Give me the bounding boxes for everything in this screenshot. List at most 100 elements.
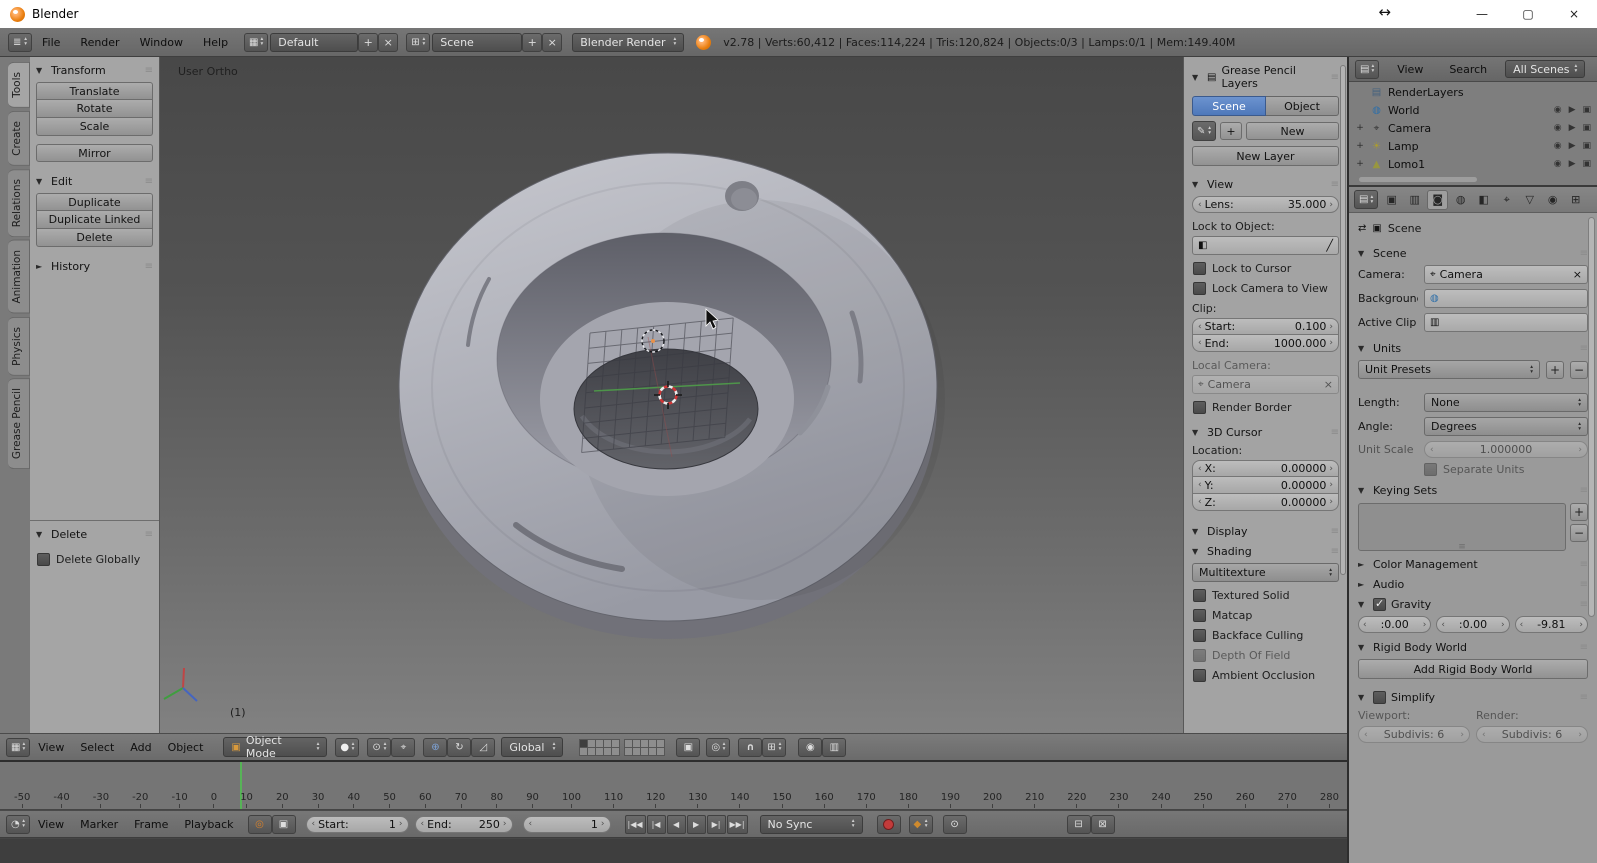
snap-element-dropdown[interactable]: ⊞▴▾ [762,738,786,757]
panel-grip-icon[interactable]: ≡ [145,261,153,272]
view3d-menu-item[interactable]: Select [72,741,122,754]
cursor-z-field[interactable]: ‹Z:0.00000› [1192,494,1339,511]
keying-set-dropdown[interactable]: ◆▴▾ [909,815,933,834]
use-preview-range-toggle[interactable]: ◎ [248,815,272,834]
visibility-eye-icon[interactable]: ◉ [1554,123,1562,133]
maximize-button[interactable]: ▢ [1505,0,1551,28]
add-preset-button[interactable]: + [1546,361,1564,379]
mode-dropdown[interactable]: ▣Object Mode▴▾ [223,737,327,757]
outliner-row-world[interactable]: ◍World ◉▶▣ [1353,101,1593,119]
panel-grip-icon[interactable]: ≡ [1580,692,1588,703]
simplify-panel-header[interactable]: ▼Simplify≡ [1358,691,1588,704]
frame-start-field[interactable]: ‹Start:1› [306,816,409,833]
transport-button[interactable]: ▶▶| [727,815,748,834]
shading-option-checkbox[interactable] [1193,609,1206,622]
view3d-menu-item[interactable]: View [30,741,72,754]
local-camera-field[interactable]: ⌖Camera× [1192,375,1339,394]
outliner-search-menu[interactable]: Search [1441,63,1495,76]
add-rigid-body-world-button[interactable]: Add Rigid Body World [1358,659,1588,679]
properties-tab-icon[interactable]: ▽ [1519,190,1540,210]
outliner-row-lomo1[interactable]: +▲Lomo1 ◉▶▣ [1353,155,1593,173]
gravity-checkbox[interactable] [1373,598,1386,611]
lock-to-scene-toggle[interactable]: ▣ [676,738,700,757]
info-menu-item[interactable]: Window [130,36,193,49]
panel-grip-icon[interactable]: ≡ [1580,248,1588,259]
gp-new-button[interactable]: New [1246,122,1339,140]
transform-tool-button[interactable]: Rotate [36,100,153,118]
opengl-render-still-button[interactable]: ◉ [798,738,822,757]
visibility-eye-icon[interactable]: ◉ [1554,159,1562,169]
delete-globally-checkbox[interactable] [37,553,50,566]
close-button[interactable]: × [1551,0,1597,28]
units-panel-header[interactable]: ▼Units≡ [1358,342,1588,355]
selectability-icon[interactable]: ▶ [1569,141,1576,151]
expand-icon[interactable]: + [1355,159,1365,169]
panel-grip-icon[interactable]: ≡ [1580,579,1588,590]
keying-sets-panel-header[interactable]: ▼Keying Sets≡ [1358,484,1588,497]
mirror-button[interactable]: Mirror [36,144,153,162]
add-scene-button[interactable]: + [522,33,542,52]
minimize-button[interactable]: — [1459,0,1505,28]
snap-toggle[interactable]: ∩ [738,738,762,757]
cursor-x-field[interactable]: ‹X:0.00000› [1192,460,1339,477]
color-management-panel-header[interactable]: ►Color Management≡ [1358,558,1588,571]
scene-camera-field[interactable]: ⌖Camera× [1424,265,1588,284]
angle-dropdown[interactable]: Degrees▴▾ [1424,417,1588,436]
pivot-point-dropdown[interactable]: ⊙▴▾ [367,738,391,757]
timeline-menu-item[interactable]: View [30,818,72,831]
properties-tab-icon[interactable]: ◧ [1473,190,1494,210]
editor-type-3dview-button[interactable]: ▦▴▾ [6,738,30,757]
shading-option-checkbox[interactable] [1193,669,1206,682]
manipulator-translate-toggle[interactable]: ⊕ [423,738,447,757]
selectability-icon[interactable]: ▶ [1569,123,1576,133]
simplify-viewport-subdivision-field[interactable]: ‹Subdivis: 6› [1358,726,1470,743]
editor-type-info-button[interactable]: ≣▴▾ [8,33,32,52]
shading-mode-dropdown[interactable]: Multitexture▴▾ [1192,563,1339,582]
layer-toggle[interactable] [611,747,620,756]
properties-tab-icon[interactable]: ◍ [1450,190,1471,210]
audio-panel-header[interactable]: ►Audio≡ [1358,578,1588,591]
transport-button[interactable]: ▶| [707,815,726,834]
panel-grip-icon[interactable]: ≡ [1331,546,1339,557]
properties-tab-icon[interactable]: ▣ [1381,190,1402,210]
gp-object-tab[interactable]: Object [1266,96,1339,116]
clip-start-field[interactable]: ‹Start:0.100› [1192,318,1339,335]
outliner-view-menu[interactable]: View [1389,63,1431,76]
viewport-shading-dropdown[interactable]: ●▴▾ [335,738,359,757]
shading-option-checkbox[interactable] [1193,649,1206,662]
auto-keyframe-record-button[interactable] [877,815,901,834]
layer-toggle[interactable] [656,747,665,756]
delete-screen-layout-button[interactable]: × [378,33,398,52]
tool-shelf-tab[interactable]: Physics [8,317,30,376]
properties-tab-icon[interactable]: ◙ [1427,190,1448,210]
display-panel-header[interactable]: ▼Display≡ [1192,525,1339,538]
timeline-menu-item[interactable]: Marker [72,818,126,831]
manipulator-scale-toggle[interactable]: ◿ [471,738,495,757]
opengl-render-animation-button[interactable]: ▥ [822,738,846,757]
clear-icon[interactable]: × [1573,268,1582,281]
gp-draw-button[interactable]: ✎▴▾ [1192,121,1216,141]
add-screen-layout-button[interactable]: + [358,33,378,52]
delete-keyframe-button[interactable]: ⊠ [1091,815,1115,834]
gp-scene-tab[interactable]: Scene [1192,96,1266,116]
length-dropdown[interactable]: None▴▾ [1424,393,1588,412]
tool-shelf-tab[interactable]: Animation [8,240,30,314]
timeline-ruler[interactable]: -50-40-30-20-100102030405060708090100110… [0,762,1347,810]
info-menu-item[interactable]: Help [193,36,238,49]
properties-tab-icon[interactable]: ◉ [1542,190,1563,210]
expand-icon[interactable]: + [1355,141,1365,151]
panel-grip-icon[interactable]: ≡ [1331,526,1339,537]
panel-grip-icon[interactable]: ≡ [1580,485,1588,496]
simplify-render-subdivision-field[interactable]: ‹Subdivis: 6› [1476,726,1588,743]
tool-shelf-tab[interactable]: Grease Pencil [8,378,30,469]
screen-layout-field[interactable]: Default [270,33,358,52]
view3d-menu-item[interactable]: Add [122,741,159,754]
transform-orientation-dropdown[interactable]: Global▴▾ [501,737,563,757]
transport-button[interactable]: |◀◀ [625,815,646,834]
tool-shelf-tab[interactable]: Create [8,111,30,166]
current-frame-field[interactable]: ‹1› [523,816,611,833]
cursor-y-field[interactable]: ‹Y:0.00000› [1192,477,1339,494]
background-set-field[interactable]: ◍ [1424,289,1588,308]
proportional-edit-dropdown[interactable]: ◎▴▾ [706,738,730,757]
renderability-camera-icon[interactable]: ▣ [1582,105,1591,115]
